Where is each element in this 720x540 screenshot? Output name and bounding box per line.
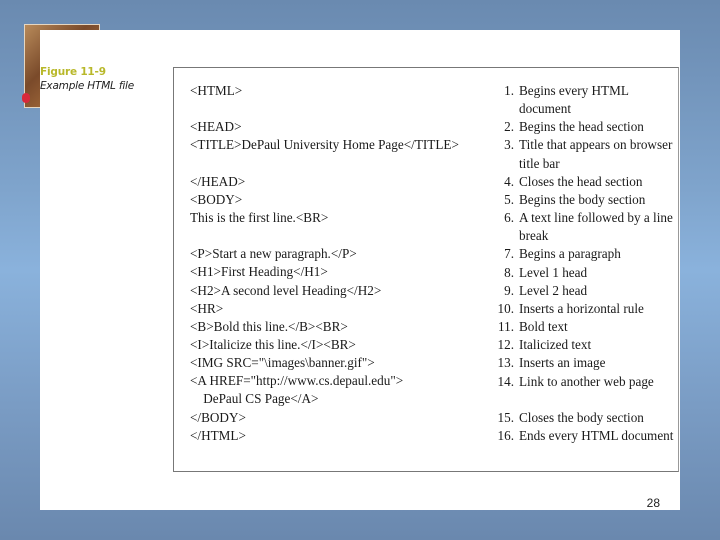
code-line: DePaul CS Page</A> xyxy=(190,391,319,407)
code-line: <B>Bold this line.</B><BR> xyxy=(190,318,348,334)
red-marker xyxy=(22,93,30,103)
figure-box: <HTML> <HEAD> <TITLE>DePaul University Hom… xyxy=(173,67,679,472)
code-line: <HTML> xyxy=(190,83,243,98)
description-item: 9. Level 2 head xyxy=(492,282,678,300)
item-number: 1. xyxy=(504,83,514,98)
item-number: 13. xyxy=(497,355,514,371)
item-number: 7. xyxy=(504,246,514,262)
item-text: Begins the head section xyxy=(519,119,644,135)
code-line: <P>Start a new paragraph.</P> xyxy=(190,246,357,262)
description-item: 15. Closes the body section xyxy=(492,409,678,427)
item-number: 8. xyxy=(504,264,514,280)
description-item: 5. Begins the body section xyxy=(492,191,678,209)
item-text: Title that appears on browser title bar xyxy=(519,137,673,171)
page-number: 28 xyxy=(646,496,660,510)
code-line: <H2>A second level Heading</H2> xyxy=(190,282,382,298)
item-number: 12. xyxy=(497,337,514,353)
item-number: 2. xyxy=(504,119,514,135)
item-number: 11. xyxy=(498,319,514,335)
code-line: <HEAD> xyxy=(190,119,242,135)
description-list: 1. Begins every HTML document 2. Begins the… xyxy=(492,82,678,445)
figure-title: Example HTML file xyxy=(40,80,135,92)
description-item: 8. Level 1 head xyxy=(492,264,678,282)
description-item: 16. Ends every HTML document xyxy=(492,427,678,445)
slide-panel: Figure 11-9 Example HTML file <HTML> <HEA… xyxy=(40,30,680,510)
code-line: <H1>First Heading</H1> xyxy=(190,264,328,280)
item-text: Begins a paragraph xyxy=(519,246,621,262)
item-number: 15. xyxy=(497,409,514,425)
item-text: Link to another web page xyxy=(519,373,654,389)
item-number: 14. xyxy=(497,373,514,389)
item-text: Inserts a horizontal rule xyxy=(519,300,644,316)
figure-number: Figure 11-9 xyxy=(40,66,106,78)
description-item: 4. Closes the head section xyxy=(492,173,678,191)
code-line: </HEAD> xyxy=(190,173,246,189)
figure-caption: Figure 11-9 Example HTML file xyxy=(40,66,170,92)
code-line: <BODY> xyxy=(190,191,243,207)
item-number: 9. xyxy=(504,282,514,298)
item-text: Begins every HTML document xyxy=(519,83,629,117)
description-item: 11. Bold text xyxy=(492,318,678,336)
html-code-listing: <HTML> <HEAD> <TITLE>DePaul University Hom… xyxy=(190,82,490,445)
item-number: 10. xyxy=(497,300,514,316)
description-item: 6. A text line followed by a line break xyxy=(492,209,678,245)
description-item: 7. Begins a paragraph xyxy=(492,245,678,263)
description-item: 13. Inserts an image xyxy=(492,354,678,372)
code-line: This is the first line.<BR> xyxy=(190,209,329,225)
item-text: A text line followed by a line break xyxy=(519,210,673,244)
item-number: 3. xyxy=(504,137,514,153)
item-number: 6. xyxy=(504,210,514,226)
description-item: 3. Title that appears on browser title ba… xyxy=(492,136,678,172)
item-text: Closes the body section xyxy=(519,409,644,425)
code-line: <TITLE>DePaul University Home Page</TITL… xyxy=(190,137,459,153)
code-line: </HTML> xyxy=(190,427,246,443)
item-text: Begins the body section xyxy=(519,191,646,207)
item-text: Inserts an image xyxy=(519,355,606,371)
code-line: <I>Italicize this line.</I><BR> xyxy=(190,336,356,352)
item-number: 4. xyxy=(504,173,514,189)
item-text: Level 1 head xyxy=(519,264,588,280)
code-line: <IMG SRC="\images\banner.gif"> xyxy=(190,355,375,371)
code-line: <HR> xyxy=(190,300,224,316)
item-number: 16. xyxy=(497,427,514,443)
code-line: </BODY> xyxy=(190,409,246,425)
item-text: Closes the head section xyxy=(519,173,643,189)
item-text: Ends every HTML document xyxy=(519,427,674,443)
description-item: 2. Begins the head section xyxy=(492,118,678,136)
description-item: 10. Inserts a horizontal rule xyxy=(492,300,678,318)
item-text: Bold text xyxy=(519,319,568,335)
description-item: 1. Begins every HTML document xyxy=(492,82,678,118)
code-line: <A HREF="http://www.cs.depaul.edu"> xyxy=(190,373,404,389)
item-text: Level 2 head xyxy=(519,282,588,298)
item-number: 5. xyxy=(504,191,514,207)
description-item: 14. Link to another web page xyxy=(492,373,678,391)
item-text: Italicized text xyxy=(519,337,592,353)
description-item: 12. Italicized text xyxy=(492,336,678,354)
